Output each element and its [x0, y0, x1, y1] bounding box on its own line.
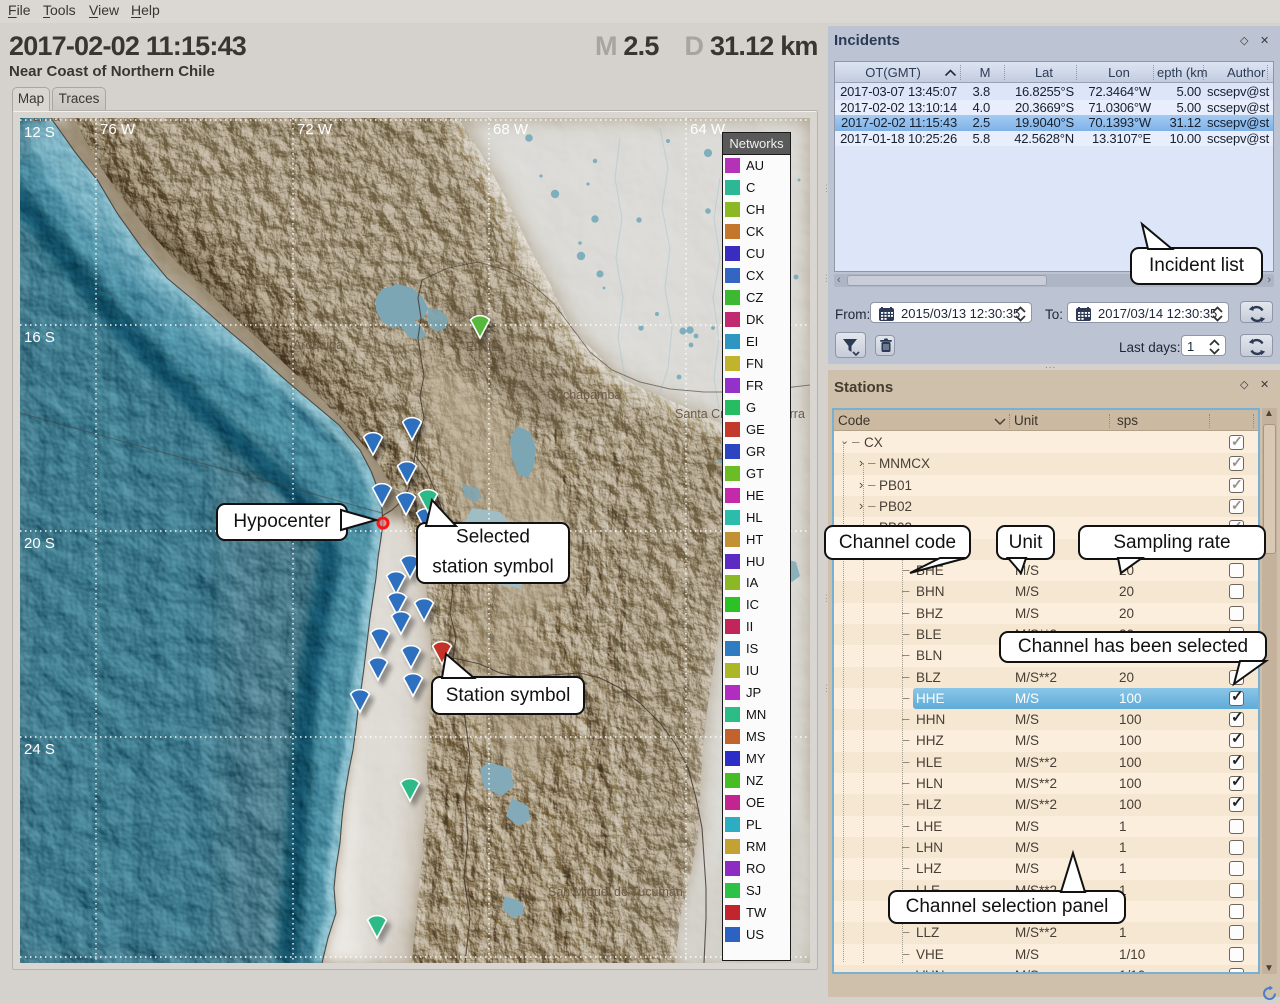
svg-text:16 S: 16 S [24, 329, 55, 346]
svg-text:El Alto: El Alto [466, 340, 501, 354]
svg-text:San Miguel de Tucumán: San Miguel de Tucumán [548, 885, 683, 899]
svg-text:24 S: 24 S [24, 741, 55, 758]
svg-text:76 W: 76 W [100, 121, 136, 138]
svg-text:72 W: 72 W [297, 121, 333, 138]
svg-text:20 S: 20 S [24, 535, 55, 552]
svg-text:Arequipa: Arequipa [293, 338, 343, 352]
svg-text:68 W: 68 W [493, 121, 529, 138]
svg-text:12 S: 12 S [24, 124, 55, 141]
svg-text:28 S: 28 S [24, 961, 55, 963]
svg-text:Lima: Lima [33, 118, 60, 124]
svg-text:Cochabamba: Cochabamba [547, 388, 621, 402]
svg-text:64 W: 64 W [690, 121, 726, 138]
